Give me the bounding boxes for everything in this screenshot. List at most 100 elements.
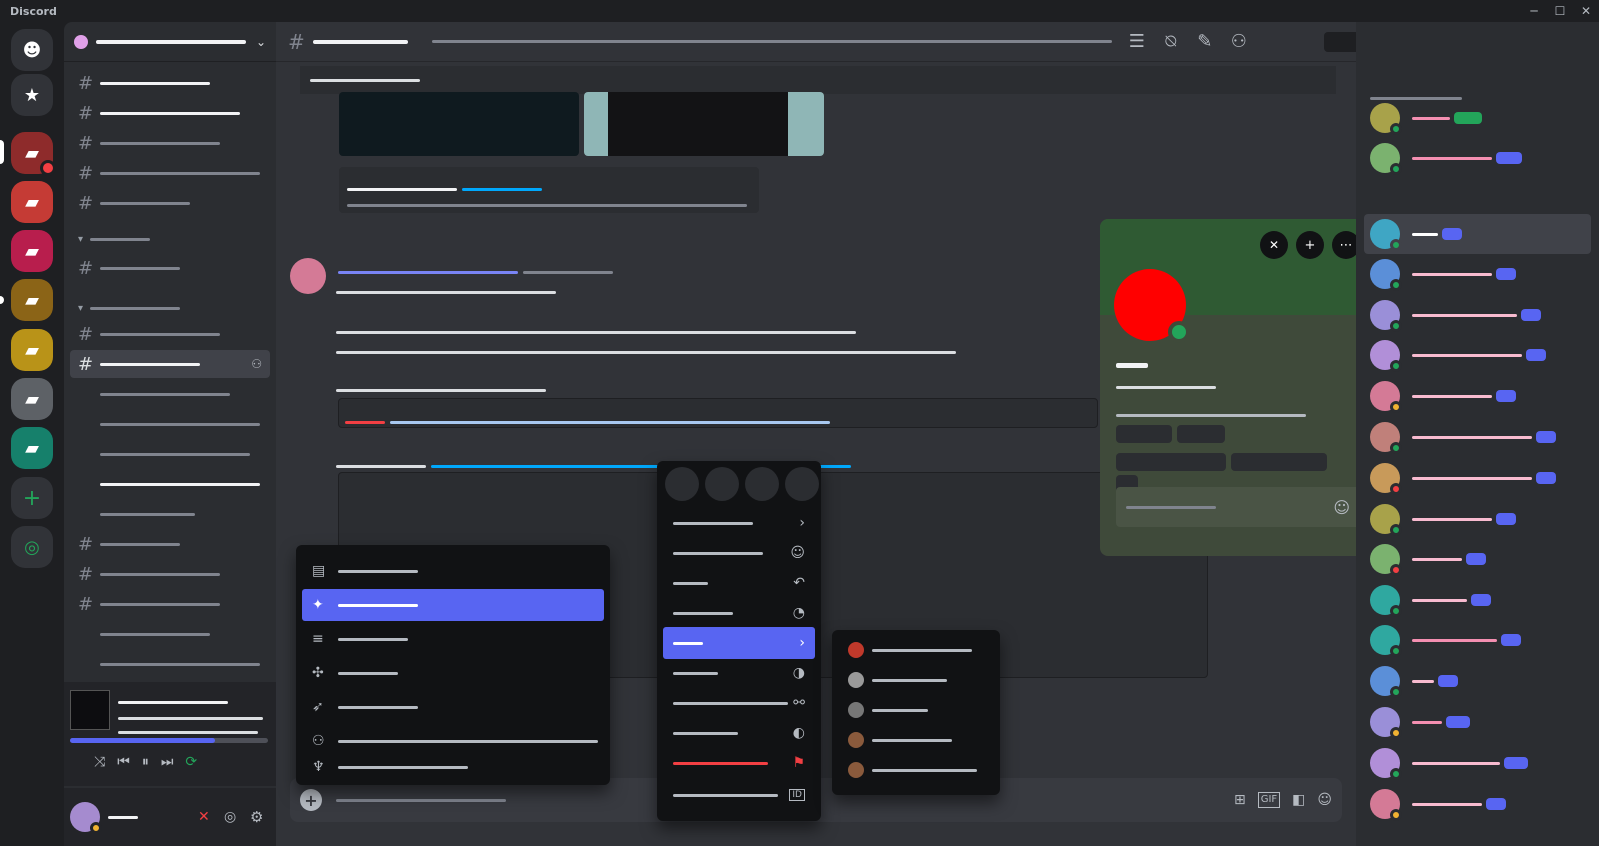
previous-icon[interactable]: ⏮ — [117, 754, 130, 770]
gift-icon[interactable]: ⊞ — [1234, 792, 1246, 808]
mute-icon[interactable]: ✕ — [1260, 231, 1288, 259]
member-item[interactable] — [1364, 702, 1591, 742]
server-header[interactable]: ⌄ — [64, 22, 276, 62]
member-item[interactable] — [1364, 295, 1591, 335]
shuffle-icon[interactable]: ⤨ — [94, 754, 105, 770]
member-item[interactable] — [1364, 458, 1591, 498]
reaction-emoji[interactable] — [665, 467, 699, 501]
image-embed[interactable] — [339, 92, 579, 156]
thread-item[interactable] — [70, 620, 270, 648]
menu-item[interactable]: ↶ — [663, 567, 815, 599]
channel-item-selected[interactable]: # ⚇ — [70, 350, 270, 378]
member-item[interactable] — [1364, 376, 1591, 416]
submenu-item[interactable] — [838, 724, 994, 756]
star-icon[interactable]: ★ — [11, 74, 53, 116]
submenu-item[interactable] — [838, 754, 994, 786]
menu-item[interactable]: ◐ — [663, 717, 815, 749]
explore-icon[interactable]: ◎ — [11, 526, 53, 568]
category-header[interactable]: ▾ — [70, 229, 270, 249]
submenu-item[interactable] — [838, 694, 994, 726]
member-item[interactable] — [1364, 417, 1591, 457]
menu-item[interactable]: ➶ — [302, 691, 604, 723]
pin-icon[interactable]: ✎ — [1188, 28, 1222, 56]
server-folder[interactable]: ▰ — [11, 427, 53, 469]
invite-icon[interactable]: ⚇ — [251, 357, 262, 371]
next-icon[interactable]: ⏭ — [161, 754, 174, 770]
notification-bell-icon[interactable]: ⍉ — [1154, 28, 1188, 56]
add-server-icon[interactable]: + — [11, 477, 53, 519]
member-item[interactable] — [1364, 335, 1591, 375]
emoji-icon[interactable]: ☺ — [1333, 498, 1350, 517]
members-icon[interactable]: ⚇ — [1222, 28, 1256, 56]
menu-item[interactable]: ☺ — [663, 537, 815, 569]
menu-item-danger[interactable]: ⚑ — [663, 747, 815, 779]
menu-item[interactable]: ⚯ — [663, 687, 815, 719]
menu-item[interactable]: ✣ — [302, 657, 604, 689]
reaction-emoji[interactable] — [705, 467, 739, 501]
server-folder[interactable]: ▰ — [11, 230, 53, 272]
member-item[interactable] — [1364, 580, 1591, 620]
channel-item[interactable]: # — [70, 189, 270, 217]
thread-item[interactable] — [70, 500, 270, 528]
emoji-icon[interactable]: ☺ — [1317, 792, 1332, 808]
progress-bar[interactable] — [70, 738, 268, 743]
gif-icon[interactable]: GIF — [1257, 792, 1281, 808]
member-item[interactable] — [1364, 661, 1591, 701]
channel-item[interactable]: # — [70, 590, 270, 618]
menu-item[interactable]: ≡ — [302, 623, 604, 655]
reaction-emoji[interactable] — [745, 467, 779, 501]
maximize-button[interactable]: ☐ — [1547, 0, 1573, 22]
server-folder[interactable]: ▰ — [11, 329, 53, 371]
member-item[interactable] — [1364, 620, 1591, 660]
member-item[interactable] — [1364, 98, 1591, 138]
server-folder[interactable]: ▰ — [11, 132, 56, 176]
thread-item[interactable] — [70, 440, 270, 468]
channel-item[interactable]: # — [70, 560, 270, 588]
reaction-emoji[interactable] — [785, 467, 819, 501]
thread-bar[interactable] — [300, 66, 1336, 94]
submenu-item[interactable] — [838, 634, 994, 666]
gear-icon[interactable]: ⚙ — [250, 808, 276, 826]
pause-icon[interactable]: ⏸ — [142, 754, 149, 770]
member-item[interactable] — [1364, 254, 1591, 294]
menu-item-selected[interactable]: › — [663, 627, 815, 659]
repeat-icon[interactable]: ⟳ — [185, 754, 197, 770]
threads-icon[interactable]: ☰ — [1120, 28, 1154, 56]
server-folder[interactable]: ▰ — [11, 181, 53, 223]
discord-home-icon[interactable]: ☻ — [11, 29, 53, 71]
member-item[interactable] — [1364, 499, 1591, 539]
channel-item[interactable]: # — [70, 69, 270, 97]
profile-avatar[interactable] — [1114, 269, 1190, 343]
image-embed[interactable] — [584, 92, 824, 156]
message-input[interactable]: ☺ — [1116, 487, 1360, 527]
member-item[interactable] — [1364, 743, 1591, 783]
channel-item[interactable]: # — [70, 159, 270, 187]
sticker-icon[interactable]: ◧ — [1292, 792, 1305, 808]
member-item[interactable] — [1364, 138, 1591, 178]
attach-plus-icon[interactable]: + — [300, 789, 322, 811]
thread-item[interactable] — [70, 470, 270, 498]
member-item-selected[interactable] — [1364, 214, 1591, 254]
thread-item[interactable] — [70, 380, 270, 408]
thread-item[interactable] — [70, 650, 270, 678]
mute-mic-icon[interactable]: ✕ — [198, 809, 224, 825]
menu-item[interactable]: › — [663, 507, 815, 539]
channel-item[interactable]: # — [70, 254, 270, 282]
add-friend-icon[interactable]: + — [1296, 231, 1324, 259]
menu-item[interactable]: ◔ — [663, 597, 815, 629]
server-folder[interactable]: ▰ — [11, 378, 53, 420]
server-folder[interactable]: ▰ — [11, 279, 53, 321]
member-item[interactable] — [1364, 539, 1591, 579]
channel-item[interactable]: # — [70, 99, 270, 127]
menu-item-selected[interactable]: ✦ — [302, 589, 604, 621]
submenu-item[interactable] — [838, 664, 994, 696]
headphones-icon[interactable]: ◎ — [224, 809, 250, 825]
menu-item[interactable]: ID — [663, 779, 815, 811]
avatar[interactable] — [70, 802, 102, 834]
channel-item[interactable]: # — [70, 530, 270, 558]
member-item[interactable] — [1364, 784, 1591, 824]
category-header[interactable]: ▾ — [70, 298, 270, 318]
close-button[interactable]: ✕ — [1573, 0, 1599, 22]
menu-item[interactable]: ♆ — [302, 751, 604, 783]
minimize-button[interactable]: ─ — [1521, 0, 1547, 22]
